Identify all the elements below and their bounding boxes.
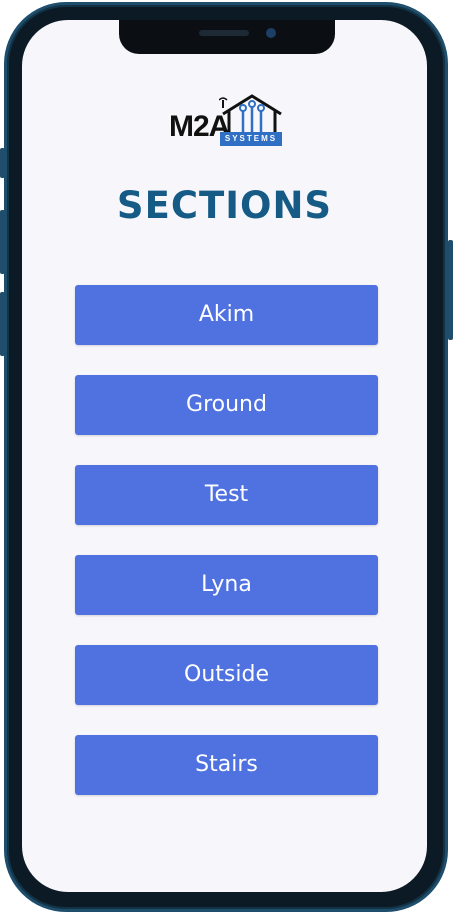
phone-side-button [0, 210, 5, 274]
app-screen: M2A SYSTEMS SECTIONS Akim Ground Test Ly… [22, 20, 427, 892]
section-button-ground[interactable]: Ground [75, 375, 378, 435]
section-button-outside[interactable]: Outside [75, 645, 378, 705]
section-button-akim[interactable]: Akim [75, 285, 378, 345]
sections-list: Akim Ground Test Lyna Outside Stairs [75, 285, 378, 825]
camera-icon [266, 28, 276, 38]
speaker-icon [199, 30, 249, 36]
phone-notch [119, 20, 335, 54]
section-button-lyna[interactable]: Lyna [75, 555, 378, 615]
phone-side-button [448, 240, 453, 340]
section-button-test[interactable]: Test [75, 465, 378, 525]
logo-badge: SYSTEMS [220, 132, 282, 146]
phone-side-button [0, 148, 5, 178]
brand-logo: M2A SYSTEMS [167, 94, 287, 150]
section-button-stairs[interactable]: Stairs [75, 735, 378, 795]
phone-side-button [0, 292, 5, 356]
page-title: SECTIONS [116, 184, 333, 227]
